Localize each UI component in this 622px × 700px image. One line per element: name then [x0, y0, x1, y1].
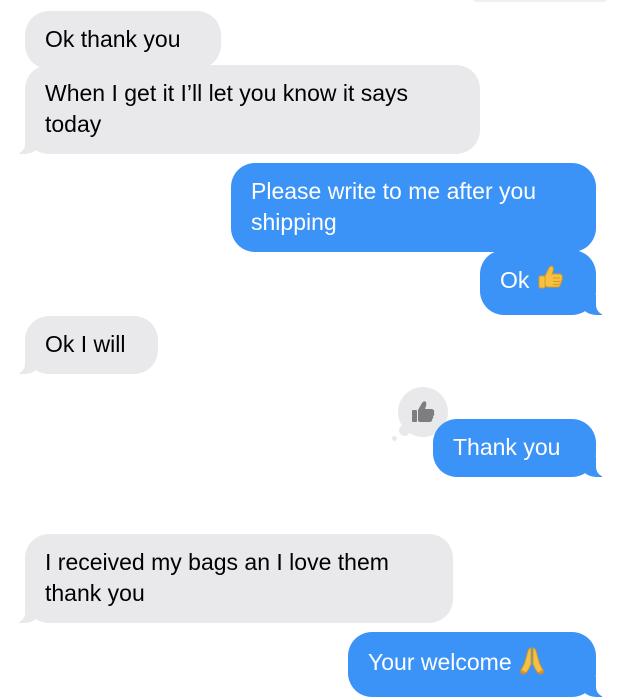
message-text: Thank you: [453, 434, 561, 460]
message-bubble-outgoing[interactable]: Ok: [480, 250, 608, 315]
message-bubble-outgoing[interactable]: Please write to me after you shipping: [231, 163, 596, 252]
message-text: Ok: [500, 267, 530, 294]
message-text: Your welcome: [368, 649, 512, 676]
message-text: When I get it I’ll let you know it says …: [45, 80, 409, 137]
message-thread: Ok thank you When I get it I’ll let you …: [0, 0, 622, 700]
message-text: I received my bags an I love them thank …: [45, 549, 389, 606]
message-text: Ok I will: [45, 331, 126, 357]
thumbs-up-icon: [410, 400, 436, 424]
message-bubble-incoming[interactable]: Ok thank you: [25, 11, 221, 69]
message-bubble-incoming[interactable]: Ok I will: [13, 316, 158, 374]
message-bubble-outgoing[interactable]: Your welcome: [348, 632, 608, 697]
message-bubble-incoming[interactable]: When I get it I’ll let you know it says …: [13, 65, 480, 154]
tapback-dot: [392, 436, 397, 441]
message-text: Ok thank you: [45, 26, 181, 52]
previous-message-edge: [470, 0, 610, 2]
thumbs-up-emoji: [536, 263, 566, 301]
message-bubble-outgoing[interactable]: Thank you: [433, 419, 608, 477]
message-text: Please write to me after you shipping: [251, 178, 537, 235]
message-bubble-incoming[interactable]: I received my bags an I love them thank …: [13, 534, 453, 623]
folded-hands-emoji: [518, 645, 546, 683]
